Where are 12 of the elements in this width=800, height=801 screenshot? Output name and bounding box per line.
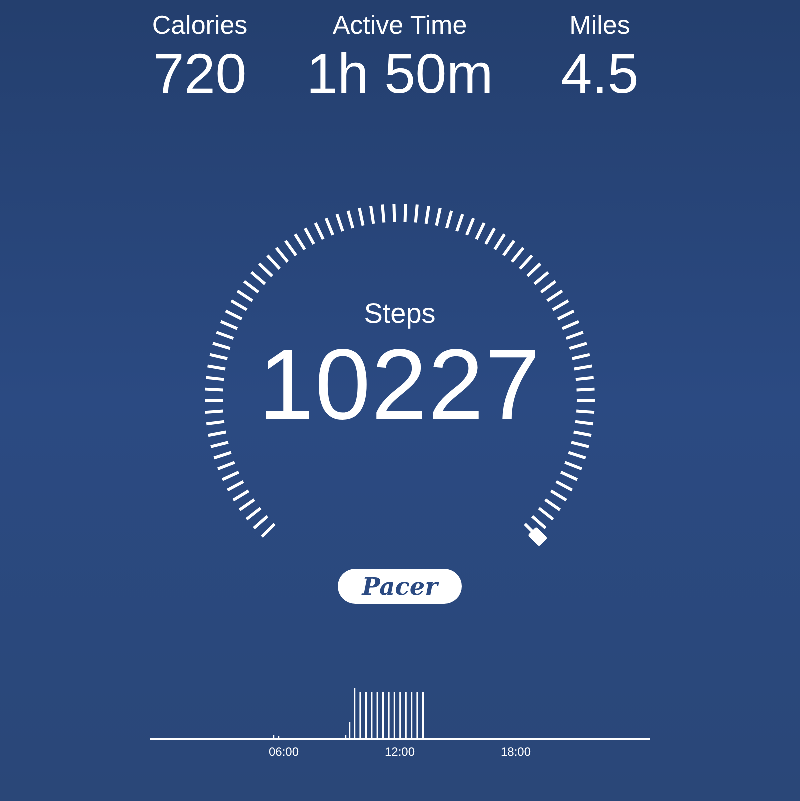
brand-logo: Pacer <box>338 569 462 604</box>
stat-value: 720 <box>153 42 247 106</box>
time-label: 06:00 <box>268 745 300 759</box>
steps-count: 10227 <box>258 330 542 440</box>
steps-label: Steps <box>364 298 436 330</box>
stat-label: Miles <box>570 10 630 40</box>
stat-label: Calories <box>152 10 248 40</box>
stat-label: Active Time <box>332 10 468 40</box>
time-label: 12:00 <box>384 745 416 759</box>
stat-value: 1h 50m <box>306 42 494 106</box>
stat-value: 4.5 <box>561 42 639 106</box>
time-label: 18:00 <box>500 745 532 759</box>
